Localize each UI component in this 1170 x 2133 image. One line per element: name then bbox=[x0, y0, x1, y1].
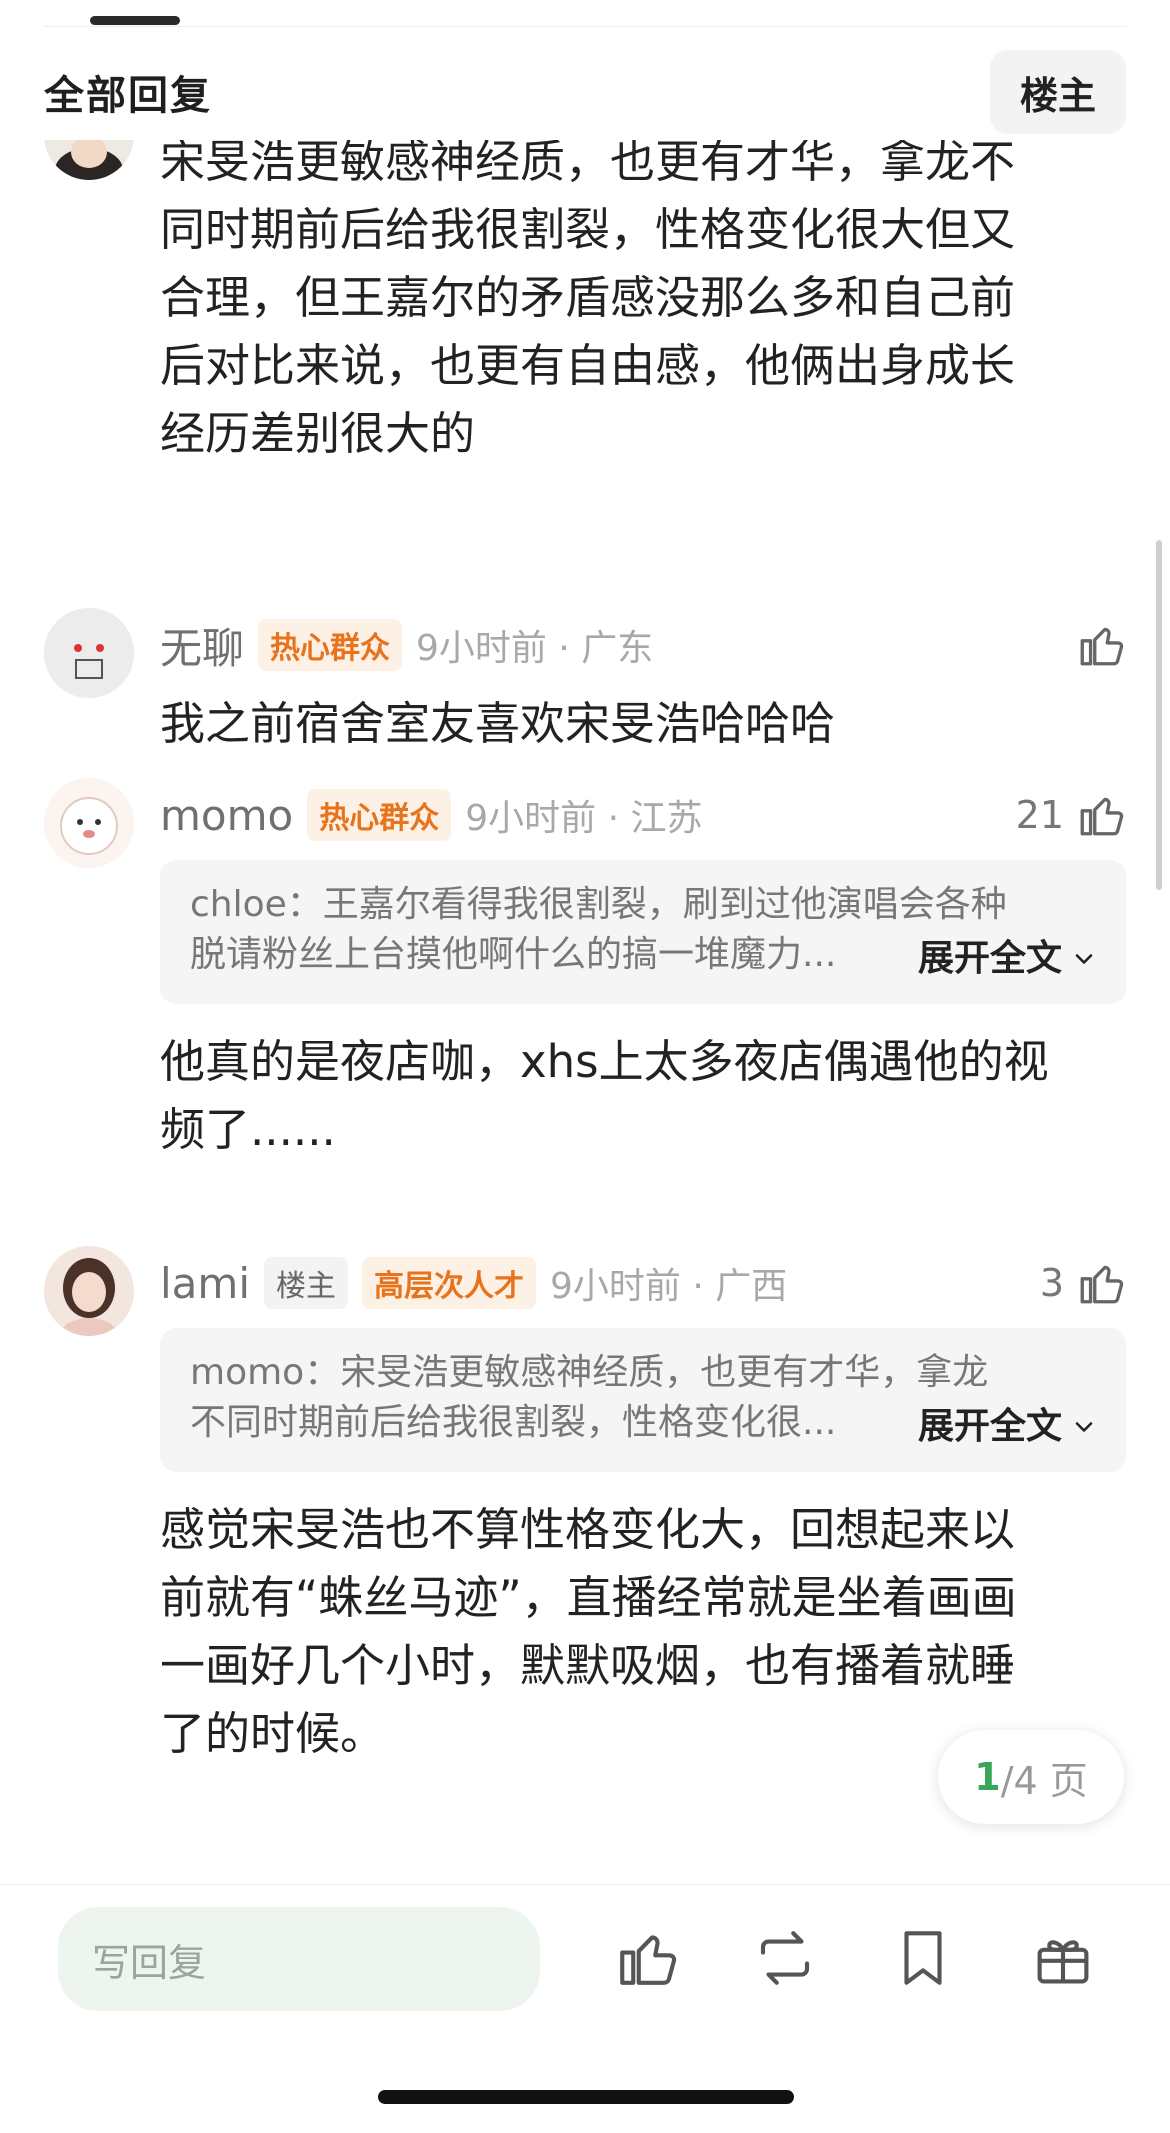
quoted-reply[interactable]: chloe：王嘉尔看得我很割裂，刷到过他演唱会各种 脱请粉丝上台摸他啊什么的搞一… bbox=[160, 860, 1126, 1004]
user-badge: 高层次人才 bbox=[362, 1257, 536, 1309]
reply-input[interactable]: 写回复 bbox=[58, 1907, 540, 2011]
page-indicator[interactable]: 1 /4 页 bbox=[938, 1730, 1124, 1824]
comment-text: 宋旻浩更敏感神经质，也更有才华，拿龙不 同时期前后给我很割裂，性格变化很大但又 … bbox=[160, 140, 1126, 468]
comment-line: 他真的是夜店咖，xhs上太多夜店偶遇他的视 bbox=[160, 1035, 1049, 1088]
comment-line: 同时期前后给我很割裂，性格变化很大但又 bbox=[160, 203, 1016, 256]
home-indicator bbox=[378, 2090, 794, 2104]
like-button[interactable]: 21 bbox=[1016, 790, 1126, 840]
avatar[interactable] bbox=[44, 1246, 134, 1336]
avatar-image bbox=[44, 608, 134, 698]
avatar[interactable] bbox=[44, 608, 134, 698]
like-button[interactable]: 3 bbox=[1040, 1258, 1126, 1308]
current-page: 1 bbox=[974, 1755, 1001, 1799]
user-badge: 热心群众 bbox=[307, 789, 452, 841]
chevron-down-icon bbox=[1075, 1422, 1093, 1432]
comment-time: 9小时前 · 江苏 bbox=[465, 798, 703, 839]
comment-line: 合理，但王嘉尔的矛盾感没那么多和自己前 bbox=[160, 271, 1016, 324]
repost-icon[interactable] bbox=[752, 1925, 818, 1991]
username[interactable]: 无聊 bbox=[160, 615, 244, 676]
comment-line: 一画好几个小时，默默吸烟，也有播着就睡 bbox=[160, 1639, 1016, 1692]
comment-line: 后对比来说，也更有自由感，他俩出身成长 bbox=[160, 339, 1016, 392]
quote-line: chloe：王嘉尔看得我很割裂，刷到过他演唱会各种 bbox=[190, 884, 1007, 925]
comment-line: 宋旻浩更敏感神经质，也更有才华，拿龙不 bbox=[160, 140, 1016, 188]
comment-text: 我之前宿舍室友喜欢宋旻浩哈哈哈 bbox=[160, 690, 1126, 758]
avatar-image bbox=[44, 1246, 134, 1336]
comment-text: 他真的是夜店咖，xhs上太多夜店偶遇他的视 频了...... bbox=[160, 1028, 1126, 1164]
quote-line: momo：宋旻浩更敏感神经质，也更有才华，拿龙 bbox=[190, 1352, 989, 1393]
comment-line: 经历差别很大的 bbox=[160, 407, 476, 460]
comment-time: 9小时前 · 广东 bbox=[416, 628, 654, 669]
thumbs-up-icon bbox=[1080, 627, 1124, 666]
avatar[interactable] bbox=[44, 778, 134, 868]
avatar-image bbox=[44, 778, 134, 868]
expand-label: 展开全文 bbox=[917, 938, 1062, 979]
expand-full-text-button[interactable]: 展开全文 bbox=[913, 934, 1098, 984]
gift-icon[interactable] bbox=[1030, 1925, 1096, 1991]
avatar-image bbox=[44, 140, 134, 180]
sheet-grab-handle[interactable] bbox=[90, 16, 180, 25]
comment-meta: lami 楼主 高层次人才 9小时前 · 广西 3 bbox=[160, 1248, 1126, 1318]
like-count: 21 bbox=[1015, 793, 1064, 837]
thumbs-up-icon bbox=[1080, 797, 1124, 836]
comment-text: 感觉宋旻浩也不算性格变化大，回想起来以 前就有“蛛丝马迹”，直播经常就是坐着画画… bbox=[160, 1496, 1126, 1768]
owner-only-button[interactable]: 楼主 bbox=[989, 50, 1126, 134]
comment-meta: momo 热心群众 9小时前 · 江苏 21 bbox=[160, 780, 1126, 850]
like-button[interactable] bbox=[1076, 620, 1126, 670]
replies-header: 全部回复 楼主 bbox=[44, 48, 1126, 136]
comment-time: 9小时前 · 广西 bbox=[550, 1266, 788, 1307]
comment-line: 频了...... bbox=[160, 1103, 336, 1156]
comment-line: 我之前宿舍室友喜欢宋旻浩哈哈哈 bbox=[160, 697, 836, 750]
username[interactable]: momo bbox=[160, 791, 293, 840]
quoted-reply[interactable]: momo：宋旻浩更敏感神经质，也更有才华，拿龙 不同时期前后给我很割裂，性格变化… bbox=[160, 1328, 1126, 1472]
page-title: 全部回复 bbox=[44, 73, 212, 119]
user-badge: 热心群众 bbox=[258, 619, 403, 671]
expand-label: 展开全文 bbox=[917, 1406, 1062, 1447]
expand-full-text-button[interactable]: 展开全文 bbox=[913, 1402, 1098, 1452]
top-divider bbox=[44, 26, 1126, 27]
comment-line: 前就有“蛛丝马迹”，直播经常就是坐着画画 bbox=[160, 1571, 1017, 1624]
chevron-down-icon bbox=[1075, 954, 1093, 964]
owner-badge: 楼主 bbox=[264, 1257, 348, 1309]
like-count: 3 bbox=[1039, 1261, 1064, 1305]
username[interactable]: lami bbox=[160, 1259, 250, 1308]
scrollbar[interactable] bbox=[1156, 540, 1162, 890]
thumbs-up-icon[interactable] bbox=[614, 1925, 680, 1991]
bookmark-icon[interactable] bbox=[890, 1925, 956, 1991]
thumbs-up-icon bbox=[1080, 1265, 1124, 1304]
comment-list[interactable]: 宋旻浩更敏感神经质，也更有才华，拿龙不 同时期前后给我很割裂，性格变化很大但又 … bbox=[0, 140, 1170, 1880]
avatar[interactable] bbox=[44, 140, 134, 180]
comment-line: 感觉宋旻浩也不算性格变化大，回想起来以 bbox=[160, 1503, 1016, 1556]
total-pages: /4 页 bbox=[1000, 1758, 1088, 1803]
comment-meta: 无聊 热心群众 9小时前 · 广东 bbox=[160, 610, 1126, 680]
